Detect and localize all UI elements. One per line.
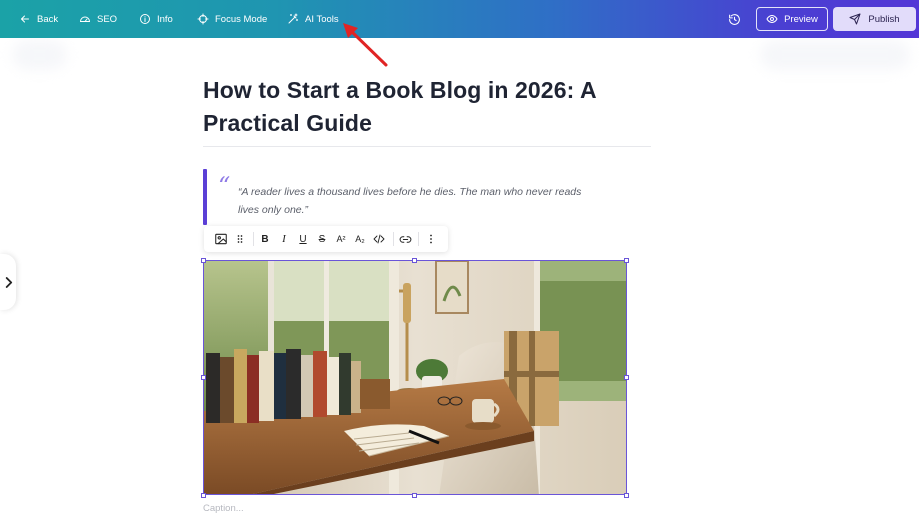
drag-handle-icon bbox=[237, 235, 243, 243]
send-icon bbox=[849, 13, 861, 25]
top-toolbar: Back SEO Info Focus Mode AI Tools Previe… bbox=[0, 0, 919, 38]
seo-label: SEO bbox=[97, 13, 118, 25]
ai-tools-button[interactable]: AI Tools bbox=[287, 0, 339, 38]
info-icon bbox=[140, 14, 150, 24]
resize-handle[interactable] bbox=[201, 258, 206, 263]
more-options-button[interactable] bbox=[422, 226, 440, 252]
preview-button[interactable]: Preview bbox=[756, 7, 828, 31]
sidebar-toggle-button[interactable] bbox=[0, 254, 16, 310]
more-vertical-icon bbox=[430, 234, 432, 244]
publish-button[interactable]: Publish bbox=[833, 7, 916, 31]
resize-handle[interactable] bbox=[201, 493, 206, 498]
magic-wand-icon bbox=[288, 13, 298, 24]
focus-mode-label: Focus Mode bbox=[215, 13, 268, 25]
info-button[interactable]: Info bbox=[139, 0, 173, 38]
code-button[interactable] bbox=[370, 226, 388, 252]
history-button[interactable] bbox=[724, 9, 744, 29]
gauge-icon bbox=[80, 16, 90, 22]
focus-mode-button[interactable]: Focus Mode bbox=[197, 0, 267, 38]
post-image[interactable] bbox=[203, 260, 627, 495]
toolbar-divider bbox=[253, 232, 254, 246]
bold-button[interactable]: B bbox=[256, 226, 274, 252]
reading-nook-image bbox=[204, 261, 626, 494]
back-label: Back bbox=[37, 13, 59, 25]
background-shape bbox=[12, 40, 67, 70]
image-icon bbox=[215, 233, 227, 245]
resize-handle[interactable] bbox=[624, 493, 629, 498]
blockquote-bar bbox=[203, 169, 207, 225]
publish-label: Publish bbox=[868, 13, 900, 25]
superscript-button[interactable]: A² bbox=[332, 226, 350, 252]
underline-button[interactable]: U bbox=[294, 226, 312, 252]
resize-handle[interactable] bbox=[412, 493, 417, 498]
eye-icon bbox=[766, 14, 778, 24]
chevron-right-icon bbox=[5, 276, 12, 288]
quote-mark-icon: “ bbox=[218, 172, 231, 200]
subscript-button[interactable]: A₂ bbox=[351, 226, 369, 252]
code-icon bbox=[373, 234, 385, 244]
title-divider bbox=[203, 146, 651, 147]
blockquote-text[interactable]: “A reader lives a thousand lives before … bbox=[238, 183, 598, 219]
background-shape bbox=[760, 40, 910, 70]
back-button[interactable]: Back bbox=[19, 0, 58, 38]
preview-label: Preview bbox=[784, 13, 818, 25]
resize-handle[interactable] bbox=[624, 375, 629, 380]
resize-handle[interactable] bbox=[201, 375, 206, 380]
link-button[interactable] bbox=[396, 226, 414, 252]
info-label: Info bbox=[157, 13, 173, 25]
strikethrough-button[interactable]: S bbox=[313, 226, 331, 252]
image-caption-input[interactable]: Caption... bbox=[203, 503, 244, 514]
post-title[interactable]: How to Start a Book Blog in 2026: A Prac… bbox=[203, 74, 651, 140]
history-icon bbox=[728, 13, 740, 25]
ai-tools-label: AI Tools bbox=[305, 13, 339, 25]
link-icon bbox=[399, 235, 411, 243]
toolbar-divider bbox=[393, 232, 394, 246]
image-toolbar: B I U S A² A₂ bbox=[204, 226, 448, 252]
seo-button[interactable]: SEO bbox=[79, 0, 117, 38]
drag-handle[interactable] bbox=[231, 226, 249, 252]
italic-button[interactable]: I bbox=[275, 226, 293, 252]
resize-handle[interactable] bbox=[412, 258, 417, 263]
image-block-button[interactable] bbox=[211, 226, 231, 252]
annotation-arrow-icon bbox=[343, 23, 388, 67]
arrow-left-icon bbox=[21, 15, 29, 23]
crosshair-icon bbox=[197, 13, 209, 25]
toolbar-divider bbox=[418, 232, 419, 246]
resize-handle[interactable] bbox=[624, 258, 629, 263]
